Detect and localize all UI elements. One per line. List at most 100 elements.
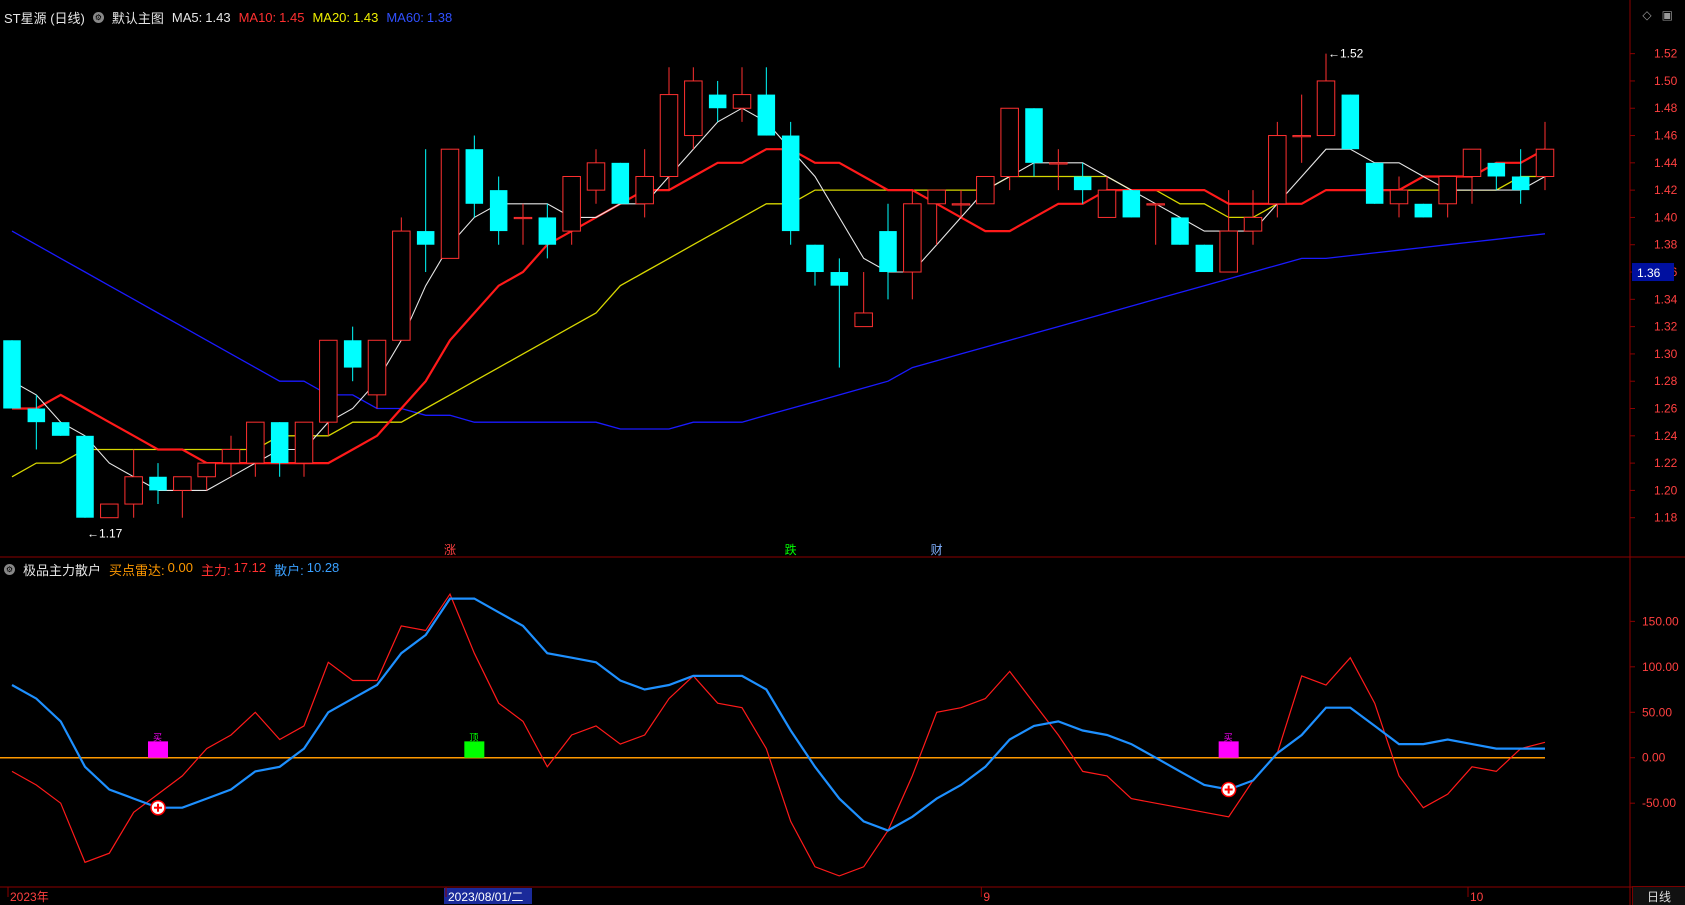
time-axis-label: 2023年: [10, 890, 49, 904]
candle-body-down[interactable]: [343, 340, 362, 368]
settings-icon[interactable]: ⚙: [92, 11, 104, 23]
indicator-name[interactable]: 极品主力散户: [23, 560, 101, 579]
candle-body-up[interactable]: [1268, 135, 1287, 205]
diamond-icon[interactable]: ◇: [1642, 8, 1651, 22]
candle-body-up[interactable]: [1462, 148, 1482, 177]
stock-title[interactable]: ST星源 (日线): [4, 8, 85, 27]
buy-radar-legend: 买点雷达: 0.00: [109, 559, 193, 578]
candle-body-down[interactable]: [830, 272, 849, 286]
candle-body-up[interactable]: [927, 189, 946, 205]
candle-body-up[interactable]: [124, 476, 143, 505]
candle-body-down[interactable]: [270, 422, 289, 464]
ma10-line: [12, 148, 1546, 465]
price-tick-label: 1.46: [1654, 129, 1678, 143]
candle-body-down[interactable]: [149, 476, 167, 491]
candle-body-up[interactable]: [294, 421, 314, 464]
candle-body-down[interactable]: [879, 231, 897, 273]
candle-body-down[interactable]: [708, 94, 727, 109]
indicator-settings-icon[interactable]: ⚙: [4, 563, 15, 575]
candle-body-down[interactable]: [1365, 162, 1384, 204]
candle-body-down[interactable]: [1122, 190, 1141, 218]
candle-body-up[interactable]: [1292, 135, 1311, 138]
price-tick-label: 1.22: [1654, 456, 1678, 470]
retail-line: [11, 597, 1545, 832]
candle-body-down[interactable]: [611, 162, 630, 204]
price-tick-label: 1.18: [1654, 511, 1678, 525]
candle-body-up[interactable]: [197, 462, 216, 478]
low-annotation: ←1.17: [87, 527, 123, 541]
candle-body-down[interactable]: [1195, 244, 1214, 273]
candle-body-up[interactable]: [635, 175, 654, 205]
signal-bar[interactable]: [148, 741, 168, 758]
indicator-header: ⚙ 极品主力散户 买点雷达: 0.00 主力: 17.12 散户: 10.28: [4, 560, 339, 578]
candle-body-up[interactable]: [1146, 203, 1165, 206]
candle-body-up[interactable]: [367, 339, 387, 396]
candle-body-up[interactable]: [246, 421, 265, 464]
candle-body-down[interactable]: [465, 149, 484, 204]
candle-body-up[interactable]: [392, 230, 411, 341]
candle-body-down[interactable]: [1171, 217, 1189, 245]
candle-body-up[interactable]: [1316, 80, 1336, 137]
candle-body-down[interactable]: [3, 340, 21, 409]
price-tick-label: 1.34: [1654, 292, 1678, 306]
price-tick-label: 1.30: [1654, 347, 1678, 361]
candle-body-up[interactable]: [684, 80, 703, 137]
candle-body-down[interactable]: [1511, 176, 1530, 191]
candle-body-up[interactable]: [221, 448, 241, 464]
candle-body-down[interactable]: [1341, 94, 1360, 150]
candle-body-up[interactable]: [1000, 107, 1019, 177]
candle-body-down[interactable]: [806, 244, 824, 273]
price-tick-label: 1.44: [1654, 156, 1678, 170]
period-button[interactable]: 日线: [1632, 886, 1685, 905]
ma60-legend: MA60: 1.38: [386, 9, 453, 25]
high-annotation: ←1.52: [1328, 47, 1364, 61]
ma10-legend: MA10: 1.45: [238, 9, 305, 25]
candle-body-down[interactable]: [538, 217, 557, 245]
time-axis-label: 10: [1470, 890, 1484, 904]
candle-body-up[interactable]: [854, 312, 873, 328]
candle-body-up[interactable]: [1049, 162, 1068, 165]
signal-bar[interactable]: [464, 741, 485, 758]
candle-body-up[interactable]: [586, 162, 606, 191]
candle-body-up[interactable]: [951, 203, 971, 206]
candle-body-up[interactable]: [732, 94, 752, 109]
chart-canvas[interactable]: 1.52 1.50 1.48 1.46 1.44 1.42 1.40 1.38 1.36 1.34…: [0, 0, 1685, 905]
candle-body-down[interactable]: [416, 231, 435, 245]
main-force-line: [11, 592, 1546, 877]
candle-body-up[interactable]: [319, 339, 338, 423]
price-tick-label: 1.38: [1654, 238, 1678, 252]
candle-body-up[interactable]: [1097, 189, 1117, 218]
candle-body-down[interactable]: [1414, 203, 1433, 218]
candle-body-up[interactable]: [976, 175, 995, 205]
candle-body-down[interactable]: [27, 408, 46, 423]
indicator-tick-label: 100.00: [1642, 660, 1679, 674]
candle-body-down[interactable]: [1025, 108, 1043, 163]
candle-body-up[interactable]: [1535, 148, 1555, 177]
candle-body-down[interactable]: [76, 435, 94, 518]
candle-body-up[interactable]: [903, 203, 922, 273]
event-marker: 涨: [444, 542, 456, 557]
candle-body-down[interactable]: [489, 190, 508, 232]
candle-body-down[interactable]: [51, 422, 70, 436]
candle-body-up[interactable]: [513, 216, 533, 220]
candle-body-up[interactable]: [440, 148, 460, 259]
expand-icon[interactable]: ▣: [1662, 8, 1673, 22]
retail-legend: 散户: 10.28: [274, 559, 340, 578]
candle-body-down[interactable]: [757, 94, 776, 136]
candle-body-up[interactable]: [1219, 230, 1238, 273]
main-chart-name[interactable]: 默认主图: [112, 8, 164, 27]
signal-bar[interactable]: [1218, 741, 1239, 758]
price-tick-label: 1.20: [1654, 483, 1678, 497]
candle-body-up[interactable]: [562, 175, 581, 232]
candle-body-up[interactable]: [100, 503, 119, 519]
candle-body-up[interactable]: [1389, 189, 1409, 205]
candle-body-down[interactable]: [1073, 176, 1092, 191]
candle-body-down[interactable]: [1487, 162, 1506, 177]
window-icons: ◇ ▣: [1642, 8, 1673, 22]
candle-body-up[interactable]: [659, 94, 679, 177]
candle-body-up[interactable]: [1438, 175, 1457, 205]
candle-body-up[interactable]: [173, 476, 192, 491]
candle-body-down[interactable]: [781, 135, 800, 232]
price-tick-label: 1.28: [1654, 374, 1678, 388]
candle-body-up[interactable]: [1243, 216, 1263, 232]
